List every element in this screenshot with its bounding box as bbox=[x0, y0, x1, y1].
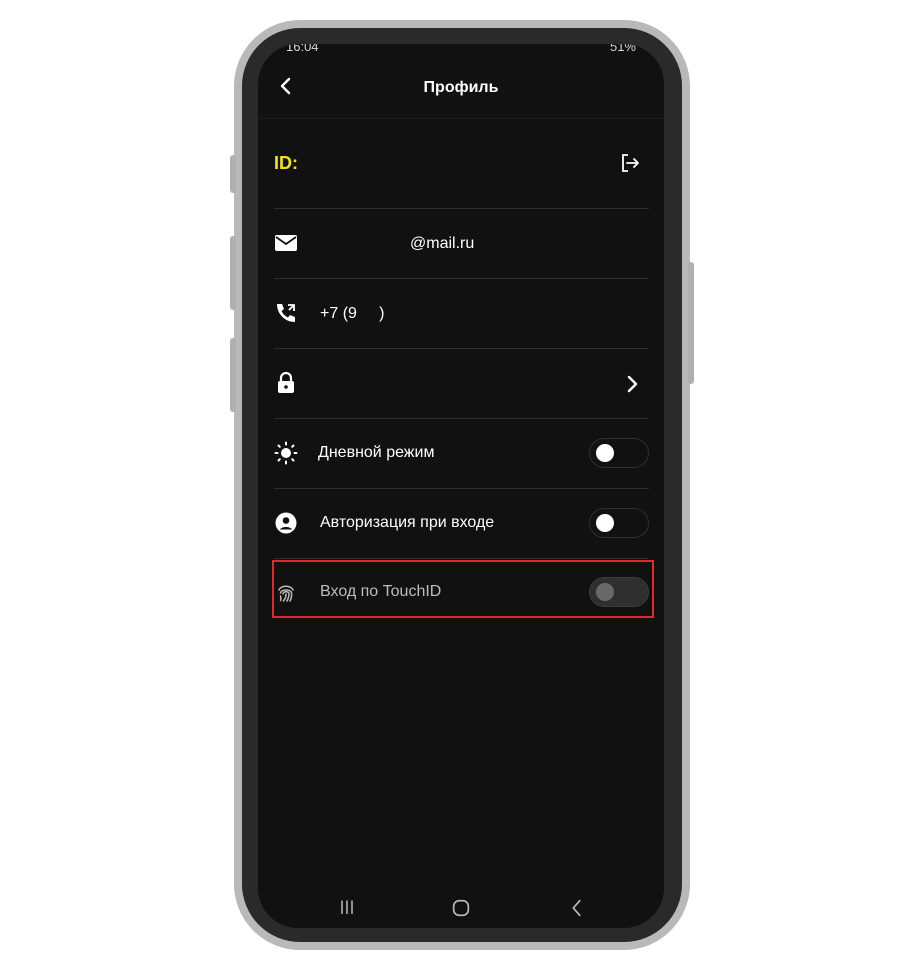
lock-icon bbox=[278, 371, 294, 393]
volume-up-button bbox=[230, 236, 236, 310]
day-mode-row: Дневной режим bbox=[274, 419, 649, 489]
phone-row: +7 (9 ) bbox=[274, 279, 649, 349]
header: Профиль bbox=[258, 62, 664, 119]
power-button bbox=[688, 262, 694, 384]
day-mode-label: Дневной режим bbox=[318, 444, 435, 461]
sun-icon bbox=[274, 441, 298, 465]
auth-on-login-label: Авторизация при входе bbox=[320, 514, 495, 531]
id-label: ID: bbox=[274, 153, 298, 173]
toggle-knob bbox=[596, 444, 614, 462]
back-icon[interactable] bbox=[566, 897, 588, 919]
day-mode-toggle[interactable] bbox=[589, 438, 649, 468]
volume-button bbox=[230, 155, 236, 193]
logout-icon[interactable] bbox=[618, 151, 642, 175]
touchid-highlight-box bbox=[272, 560, 654, 618]
email-text: @mail.ru bbox=[410, 235, 475, 252]
recent-apps-icon[interactable] bbox=[335, 898, 359, 918]
account-circle-icon bbox=[275, 512, 297, 534]
auth-on-login-toggle[interactable] bbox=[589, 508, 649, 538]
status-indicators: 51% bbox=[609, 44, 636, 54]
email-row: @mail.ru bbox=[274, 209, 649, 279]
email-icon bbox=[275, 235, 297, 251]
app-screen: 16:04 51% Профиль ID: @mail.ru +7 (9 ) Д… bbox=[258, 44, 664, 928]
status-bar: 16:04 51% bbox=[258, 44, 664, 56]
chevron-right-icon bbox=[627, 375, 638, 393]
profile-id-row: ID: bbox=[274, 118, 649, 209]
page-title: Профиль bbox=[423, 79, 499, 96]
phone-icon bbox=[277, 304, 295, 322]
auth-on-login-row: Авторизация при входе bbox=[274, 489, 649, 559]
password-row[interactable] bbox=[274, 349, 649, 419]
volume-down-button bbox=[230, 338, 236, 412]
toggle-knob bbox=[596, 514, 614, 532]
home-icon[interactable] bbox=[450, 897, 472, 919]
status-time: 16:04 bbox=[286, 44, 319, 54]
phone-text: +7 (9 ) bbox=[320, 305, 385, 322]
system-navbar bbox=[258, 888, 664, 928]
